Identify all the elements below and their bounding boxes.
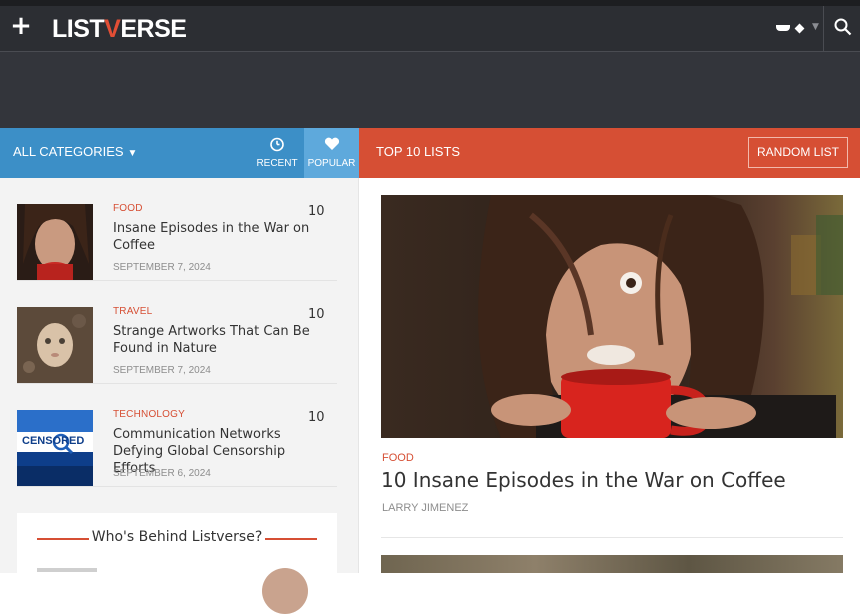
site-logo[interactable]: LISTVERSE [52,15,187,43]
tab-popular[interactable]: POPULAR [304,128,359,178]
list-item[interactable]: CENSORED TECHNOLOGY Communication Networ… [17,384,337,487]
plus-icon[interactable]: + [10,13,32,39]
featured-category[interactable]: FOOD [382,452,414,464]
author-name-placeholder [37,568,97,572]
diamond-icon [794,23,805,34]
item-title[interactable]: Insane Episodes in the War on Coffee [113,220,329,254]
all-categories-dropdown[interactable]: ALL CATEGORIES ▼ [13,143,137,163]
featured-author[interactable]: LARRY JIMENEZ [382,502,468,514]
thumbnail-coffee[interactable] [17,204,93,280]
search-icon [834,18,852,36]
censored-text: CENSORED [22,435,85,447]
crown-icon [776,25,790,31]
top-lists-title[interactable]: TOP 10 LISTS [376,144,460,159]
featured-image[interactable] [381,195,843,438]
list-item[interactable]: TRAVEL Strange Artworks That Can Be Foun… [17,281,337,384]
list-item[interactable]: FOOD Insane Episodes in the War on Coffe… [17,178,337,281]
list-count: 10 [308,204,325,219]
search-button[interactable] [823,6,860,51]
clock-icon [270,137,284,152]
main-content: FOOD 10 Insane Episodes in the War on Co… [359,178,860,573]
avatar[interactable] [262,568,308,614]
category-bar: ALL CATEGORIES ▼ RECENT POPULAR [0,128,359,178]
top-lists-bar: TOP 10 LISTS RANDOM LIST [359,128,860,178]
sidebar: FOOD Insane Episodes in the War on Coffe… [0,178,359,614]
next-article-image[interactable] [381,555,843,573]
chevron-down-icon: ▼ [812,22,819,32]
list-count: 10 [308,307,325,322]
ad-banner-area [0,52,860,128]
top-header: + LISTVERSE ▼ [0,0,860,52]
user-menu[interactable]: ▼ [770,20,820,40]
triangle-down-icon: ▼ [127,148,138,159]
list-count: 10 [308,410,325,425]
thumbnail-censored[interactable]: CENSORED [17,410,93,486]
featured-title[interactable]: 10 Insane Episodes in the War on Coffee [381,468,786,492]
tab-recent[interactable]: RECENT [250,128,304,178]
thumbnail-doll[interactable] [17,307,93,383]
random-list-button[interactable]: RANDOM LIST [748,137,848,168]
item-title[interactable]: Strange Artworks That Can Be Found in Na… [113,323,329,357]
divider-line [265,538,317,540]
divider [381,537,843,538]
who-behind-title: Who's Behind Listverse? [91,529,263,545]
heart-icon [324,137,339,150]
